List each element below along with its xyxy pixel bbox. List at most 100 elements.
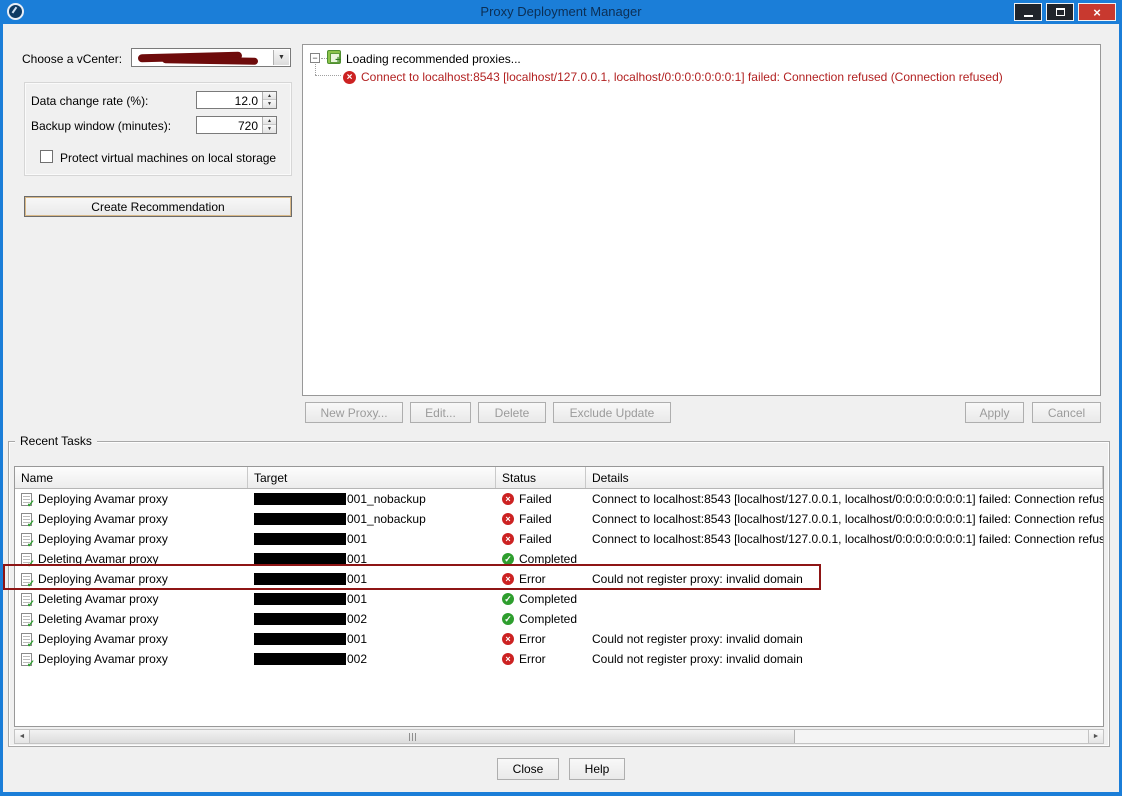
table-row[interactable]: Deploying Avamar proxy 001_nobackup × Fa… — [15, 509, 1103, 529]
close-icon: × — [1093, 6, 1101, 19]
task-name: Deploying Avamar proxy — [38, 532, 168, 546]
close-window-button[interactable]: × — [1078, 3, 1116, 21]
recommendation-tree-panel[interactable]: − Loading recommended proxies... × Conne… — [302, 44, 1101, 396]
task-status: Failed — [519, 512, 552, 526]
table-row[interactable]: Deleting Avamar proxy 002 ✓ Completed — [15, 609, 1103, 629]
task-status: Error — [519, 572, 546, 586]
task-table: Name Target Status Details Deploying Ava… — [14, 466, 1104, 727]
task-target-suffix: 001_nobackup — [347, 492, 426, 506]
chevron-down-icon[interactable]: ▼ — [273, 50, 289, 65]
edit-button[interactable]: Edit... — [410, 402, 471, 423]
status-error-icon: × — [502, 633, 514, 645]
vcenter-combobox[interactable]: ▼ — [131, 48, 291, 67]
task-target-suffix: 001 — [347, 592, 367, 606]
local-storage-checkbox[interactable] — [40, 150, 53, 163]
task-target-suffix: 001_nobackup — [347, 512, 426, 526]
task-table-body: Deploying Avamar proxy 001_nobackup × Fa… — [15, 489, 1103, 669]
spinner-up-icon[interactable]: ▲ — [263, 117, 276, 125]
redaction-block — [254, 513, 346, 525]
column-header-target[interactable]: Target — [248, 467, 496, 488]
proxy-deployment-manager-window: Proxy Deployment Manager × Choose a vCen… — [0, 0, 1122, 796]
backup-window-label: Backup window (minutes): — [31, 119, 171, 133]
task-doc-icon — [21, 493, 32, 506]
status-error-icon: × — [502, 513, 514, 525]
status-error-icon: × — [502, 653, 514, 665]
task-status: Completed — [519, 552, 577, 566]
window-title: Proxy Deployment Manager — [0, 4, 1122, 19]
backup-window-value[interactable]: 720 — [197, 117, 261, 133]
recommended-proxies-icon — [327, 50, 341, 64]
error-circle-icon: × — [343, 71, 356, 84]
minimize-icon — [1024, 15, 1033, 17]
task-doc-icon — [21, 533, 32, 546]
task-details: Connect to localhost:8543 [localhost/127… — [592, 532, 1103, 546]
exclude-update-button[interactable]: Exclude Update — [553, 402, 671, 423]
recent-tasks-title: Recent Tasks — [15, 434, 97, 448]
scroll-right-icon[interactable]: ► — [1088, 730, 1103, 743]
window-content: Choose a vCenter: ▼ Data change rate (%)… — [3, 24, 1119, 792]
create-recommendation-button[interactable]: Create Recommendation — [24, 196, 292, 217]
titlebar[interactable]: Proxy Deployment Manager × — [0, 0, 1122, 24]
task-name: Deploying Avamar proxy — [38, 512, 168, 526]
status-error-icon: × — [502, 573, 514, 585]
redaction-block — [254, 573, 346, 585]
task-name: Deleting Avamar proxy — [38, 552, 159, 566]
task-target-suffix: 001 — [347, 632, 367, 646]
tree-collapse-toggle[interactable]: − — [310, 53, 320, 63]
task-doc-icon — [21, 613, 32, 626]
task-details: Could not register proxy: invalid domain — [592, 652, 803, 666]
task-details: Connect to localhost:8543 [localhost/127… — [592, 512, 1103, 526]
table-row[interactable]: Deploying Avamar proxy 001 × Failed Conn… — [15, 529, 1103, 549]
data-change-rate-spinner[interactable]: 12.0 ▲ ▼ — [196, 91, 277, 109]
spinner-down-icon[interactable]: ▼ — [263, 125, 276, 133]
task-name: Deploying Avamar proxy — [38, 572, 168, 586]
data-change-rate-value[interactable]: 12.0 — [197, 92, 261, 108]
table-row[interactable]: Deploying Avamar proxy 001 × Error Could… — [15, 569, 1103, 589]
redaction-block — [254, 613, 346, 625]
scrollbar-thumb[interactable] — [30, 730, 795, 743]
task-name: Deploying Avamar proxy — [38, 632, 168, 646]
task-doc-icon — [21, 653, 32, 666]
task-details: Could not register proxy: invalid domain — [592, 632, 803, 646]
data-change-rate-label: Data change rate (%): — [31, 94, 148, 108]
spinner-down-icon[interactable]: ▼ — [263, 100, 276, 108]
maximize-button[interactable] — [1046, 3, 1074, 21]
redaction-block — [254, 533, 346, 545]
tree-error-node[interactable]: × — [343, 69, 356, 84]
column-header-details[interactable]: Details — [586, 467, 1103, 488]
status-error-icon: × — [502, 533, 514, 545]
task-target-suffix: 001 — [347, 572, 367, 586]
new-proxy-button[interactable]: New Proxy... — [305, 402, 403, 423]
status-completed-icon: ✓ — [502, 553, 514, 565]
column-header-status[interactable]: Status — [496, 467, 586, 488]
column-header-name[interactable]: Name — [15, 467, 248, 488]
task-table-header: Name Target Status Details — [15, 467, 1103, 489]
close-button[interactable]: Close — [497, 758, 559, 780]
table-row[interactable]: Deleting Avamar proxy 001 ✓ Completed — [15, 549, 1103, 569]
cancel-button[interactable]: Cancel — [1032, 402, 1101, 423]
delete-button[interactable]: Delete — [478, 402, 546, 423]
table-row[interactable]: Deploying Avamar proxy 001 × Error Could… — [15, 629, 1103, 649]
task-status: Completed — [519, 592, 577, 606]
status-completed-icon: ✓ — [502, 613, 514, 625]
tree-root-node[interactable]: Loading recommended proxies... — [346, 52, 521, 66]
task-name: Deleting Avamar proxy — [38, 612, 159, 626]
minimize-button[interactable] — [1014, 3, 1042, 21]
task-status: Error — [519, 632, 546, 646]
scroll-left-icon[interactable]: ◄ — [15, 730, 30, 743]
scrollbar-track[interactable] — [795, 730, 1088, 743]
apply-button[interactable]: Apply — [965, 402, 1024, 423]
tree-connector — [315, 64, 316, 75]
task-details: Connect to localhost:8543 [localhost/127… — [592, 492, 1103, 506]
table-row[interactable]: Deploying Avamar proxy 002 × Error Could… — [15, 649, 1103, 669]
spinner-up-icon[interactable]: ▲ — [263, 92, 276, 100]
horizontal-scrollbar[interactable]: ◄ ► — [14, 729, 1104, 744]
table-row[interactable]: Deleting Avamar proxy 001 ✓ Completed — [15, 589, 1103, 609]
backup-window-spinner[interactable]: 720 ▲ ▼ — [196, 116, 277, 134]
task-target-suffix: 001 — [347, 552, 367, 566]
tree-connector — [315, 75, 341, 76]
tree-error-label[interactable]: Connect to localhost:8543 [localhost/127… — [361, 70, 1003, 84]
help-button[interactable]: Help — [569, 758, 625, 780]
table-row[interactable]: Deploying Avamar proxy 001_nobackup × Fa… — [15, 489, 1103, 509]
vcenter-label: Choose a vCenter: — [22, 52, 122, 66]
